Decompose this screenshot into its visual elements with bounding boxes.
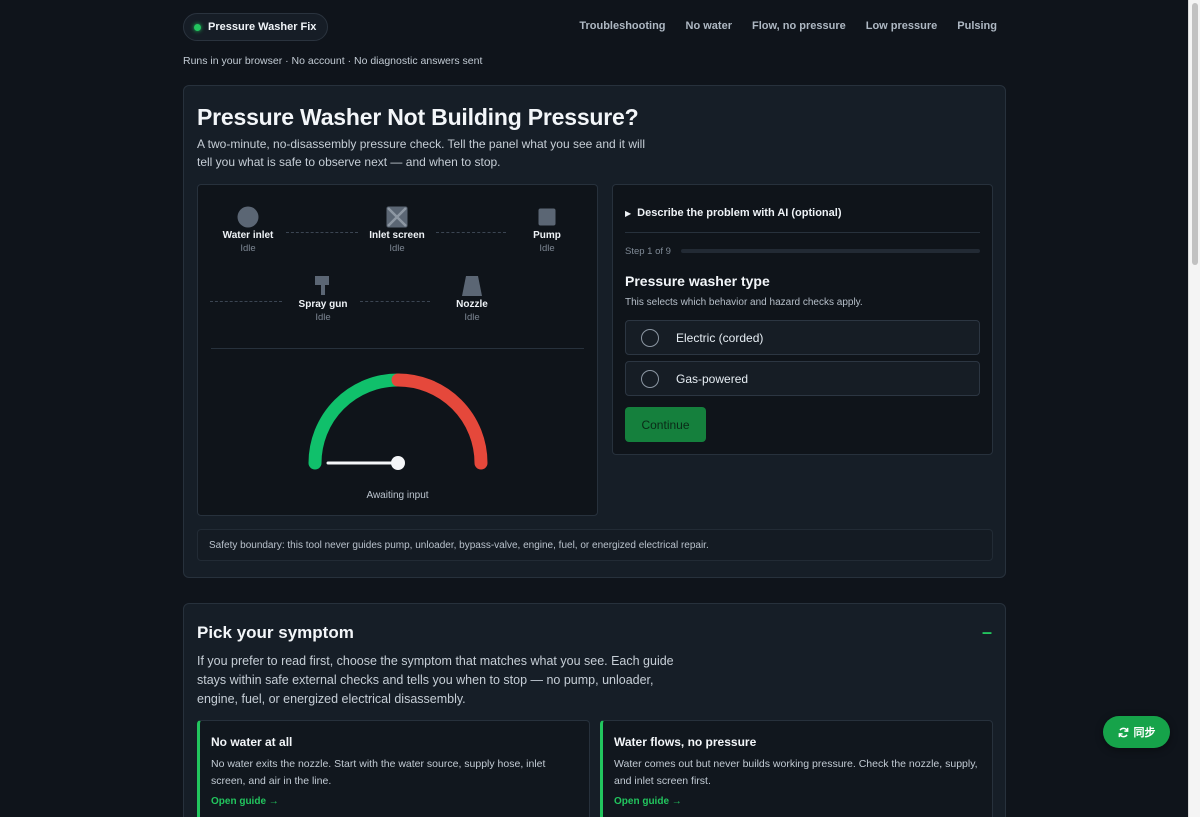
open-guide-link[interactable]: Open guide →: [211, 796, 279, 807]
section-description: If you prefer to read first, choose the …: [197, 654, 674, 706]
option-gas[interactable]: Gas-powered: [625, 361, 980, 396]
nav-link-pulsing[interactable]: Pulsing: [957, 20, 997, 32]
flow-connector: [436, 232, 506, 233]
page-title: Pressure Washer Not Building Pressure?: [197, 104, 639, 130]
sync-label: 同步: [1133, 727, 1156, 739]
nav-link-low-pressure[interactable]: Low pressure: [866, 20, 938, 32]
page-scrollbar[interactable]: [1188, 0, 1200, 817]
brand-pill[interactable]: Pressure Washer Fix: [183, 13, 329, 41]
brand-name: Pressure Washer Fix: [208, 21, 317, 33]
node-name: Spray gun: [298, 299, 348, 310]
question-title: Pressure washer type: [625, 273, 770, 289]
symptom-title: Water flows, no pressure: [614, 735, 757, 749]
triangle-right-icon: ▶: [625, 209, 632, 218]
gauge-hub: [391, 456, 405, 470]
intro-text: A two-minute, no-disassembly pressure ch…: [197, 137, 646, 169]
water-inlet-icon: [237, 206, 259, 228]
option-electric[interactable]: Electric (corded): [625, 320, 980, 355]
node-pump: Pump Idle: [502, 206, 592, 254]
inlet-screen-icon: [386, 206, 408, 228]
node-name: Water inlet: [222, 230, 274, 241]
ai-describe-toggle[interactable]: ▶ Describe the problem with AI (optional): [625, 207, 841, 219]
safety-boundary-note: Safety boundary: this tool never guides …: [197, 529, 993, 561]
continue-button[interactable]: Continue: [625, 407, 706, 442]
node-spray-gun: Spray gun Idle: [278, 275, 368, 323]
diagram-divider: [211, 348, 584, 349]
pump-icon: [538, 208, 556, 226]
step-counter: Step 1 of 9: [625, 246, 671, 257]
spray-gun-icon: [315, 276, 329, 295]
open-guide-link[interactable]: Open guide →: [614, 796, 682, 807]
option-label: Electric (corded): [676, 330, 764, 345]
privacy-tagline: Runs in your browser · No account · No d…: [183, 55, 483, 67]
radio-circle-icon: [641, 328, 659, 347]
ai-toggle-label: Describe the problem with AI (optional): [637, 207, 842, 219]
sync-button[interactable]: 同步: [1103, 716, 1170, 748]
node-status: Idle: [315, 312, 331, 323]
top-navigation: Pressure Washer Fix Troubleshooting No w…: [183, 13, 1006, 41]
gauge-danger-arc: [391, 373, 488, 470]
gauge-status-label: Awaiting input: [366, 490, 429, 501]
node-water-inlet: Water inlet Idle: [203, 206, 293, 254]
option-label: Gas-powered: [676, 371, 749, 386]
nav-link-flow-no-pressure[interactable]: Flow, no pressure: [752, 20, 846, 32]
scrollbar-thumb[interactable]: [1192, 3, 1198, 265]
panel-divider: [625, 232, 980, 233]
node-status: Idle: [389, 243, 405, 254]
symptom-title: No water at all: [211, 735, 293, 749]
node-name: Pump: [533, 230, 561, 241]
nav-links: Troubleshooting No water Flow, no pressu…: [579, 20, 997, 32]
flow-connector: [286, 232, 358, 233]
diagnostic-card: Pressure Washer Not Building Pressure? A…: [183, 85, 1006, 578]
system-diagram: Water inlet Idle Inlet screen Idle Pump …: [197, 184, 598, 516]
symptom-desc: Water comes out but never builds working…: [614, 758, 978, 787]
symptom-section: Pick your symptom – If you prefer to rea…: [183, 603, 1006, 817]
wizard-panel: ▶ Describe the problem with AI (optional)…: [612, 184, 993, 455]
section-title: Pick your symptom: [197, 623, 354, 642]
node-status: Idle: [240, 243, 256, 254]
flow-connector: [210, 301, 282, 302]
node-nozzle: Nozzle Idle: [427, 275, 517, 323]
flow-connector: [360, 301, 430, 302]
pressure-gauge: [308, 373, 488, 470]
status-dot-icon: [194, 23, 201, 31]
symptom-card-no-water[interactable]: No water at all No water exits the nozzl…: [197, 720, 590, 817]
node-inlet-screen: Inlet screen Idle: [352, 206, 442, 254]
node-status: Idle: [464, 312, 480, 323]
gauge-safe-arc: [308, 373, 405, 470]
question-subtitle: This selects which behavior and hazard c…: [625, 297, 863, 308]
radio-circle-icon: [641, 369, 659, 388]
symptom-card-flow-no-pressure[interactable]: Water flows, no pressure Water comes out…: [600, 720, 993, 817]
sync-icon: [1118, 727, 1128, 737]
nav-link-troubleshooting[interactable]: Troubleshooting: [579, 20, 665, 32]
step-progress-bar: [681, 249, 980, 253]
symptom-desc: No water exits the nozzle. Start with th…: [211, 758, 546, 787]
node-name: Nozzle: [456, 299, 488, 310]
nav-link-no-water[interactable]: No water: [686, 20, 732, 32]
node-name: Inlet screen: [369, 230, 425, 241]
nozzle-icon: [462, 276, 482, 296]
node-status: Idle: [539, 243, 555, 254]
collapse-toggle[interactable]: –: [982, 622, 992, 643]
